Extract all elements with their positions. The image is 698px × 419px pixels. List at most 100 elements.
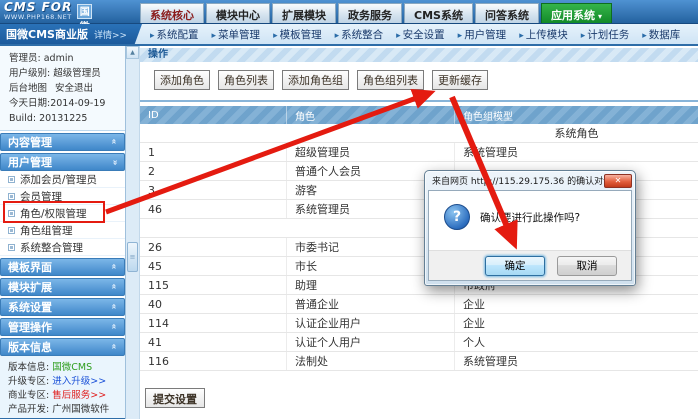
logo-url-text: WWW.PHP168.NET	[4, 13, 72, 21]
tab-application-system[interactable]: 应用系统▾	[541, 3, 612, 23]
brand-logo: CMS FOR WWW.PHP168.NET 国微	[4, 1, 92, 21]
add-role-group-button[interactable]: 添加角色组	[282, 70, 349, 90]
submit-row: 提交设置	[140, 388, 698, 408]
close-icon[interactable]: ✕	[604, 174, 632, 188]
subnav-database[interactable]: ▸数据库	[642, 27, 680, 42]
group-label: 系统角色	[455, 124, 698, 142]
sidebar-section-module-extension[interactable]: 模块扩展»	[0, 278, 125, 296]
triangle-right-icon: ▸	[519, 31, 524, 41]
build-line: Build: 20131225	[9, 111, 121, 126]
subnav-system-config[interactable]: ▸系统配置	[150, 27, 199, 42]
logo-main-text: CMS FOR	[4, 1, 72, 13]
submit-settings-button[interactable]: 提交设置	[145, 388, 205, 408]
after-sales-link[interactable]: 售后服务>>	[52, 390, 106, 401]
logo-cn-tiles: 国微	[77, 4, 92, 19]
links-line: 后台地图安全退出	[9, 81, 121, 96]
question-icon: ?	[444, 204, 470, 230]
subnav-scheduled-tasks[interactable]: ▸计划任务	[581, 27, 630, 42]
operation-buttons: 添加角色 角色列表 添加角色组 角色组列表 更新缓存	[140, 62, 698, 96]
edition-name: 国微CMS商业版	[6, 26, 88, 42]
dialog-title: 来自网页 http://115.29.175.36 的确认对话框	[432, 174, 604, 187]
tab-module-center[interactable]: 模块中心	[206, 3, 270, 23]
triangle-right-icon: ▸	[273, 31, 278, 41]
ok-button[interactable]: 确定	[485, 256, 545, 276]
tab-cms-system[interactable]: CMS系统	[404, 3, 473, 23]
dialog-body: ? 确认要进行此操作吗?	[429, 191, 631, 230]
tab-government-services[interactable]: 政务服务	[338, 3, 402, 23]
sidebar-item-role-permission-manage[interactable]: 角色/权限管理	[0, 205, 125, 222]
sidebar-item-role-group-manage[interactable]: 角色组管理	[0, 222, 125, 239]
upgrade-line: 升级专区: 进入升级>>	[8, 375, 125, 389]
subnav-system-integration[interactable]: ▸系统整合	[335, 27, 384, 42]
sidebar-item-member-manage[interactable]: 会员管理	[0, 188, 125, 205]
chevron-down-icon: ▾	[598, 12, 602, 21]
developer-value: 广州国微软件	[52, 404, 109, 415]
confirm-dialog: 来自网页 http://115.29.175.36 的确认对话框 ✕ ? 确认要…	[424, 170, 636, 286]
triangle-right-icon: ▸	[581, 31, 586, 41]
sidebar-section-content-manage[interactable]: 内容管理»	[0, 133, 125, 151]
upgrade-link[interactable]: 进入升级>>	[52, 376, 106, 387]
role-group-list-button[interactable]: 角色组列表	[357, 70, 424, 90]
sidebar-section-template-ui[interactable]: 模板界面»	[0, 258, 125, 276]
update-cache-button[interactable]: 更新缓存	[432, 70, 488, 90]
scrollbar-thumb[interactable]: ≡	[127, 242, 138, 272]
sub-nav: ▸系统配置 ▸菜单管理 ▸模板管理 ▸系统整合 ▸安全设置 ▸用户管理 ▸上传模…	[150, 24, 680, 44]
subnav-security-settings[interactable]: ▸安全设置	[396, 27, 445, 42]
subnav-upload-module[interactable]: ▸上传模块	[519, 27, 568, 42]
square-bullet-icon	[8, 244, 15, 251]
triangle-right-icon: ▸	[458, 31, 463, 41]
table-row: 114 认证企业用户 企业	[140, 314, 698, 333]
sidebar-section-system-settings[interactable]: 系统设置»	[0, 298, 125, 316]
admin-page: CMS FOR WWW.PHP168.NET 国微 系统核心 模块中心 扩展模块…	[0, 0, 698, 419]
tab-qa-system[interactable]: 问答系统	[475, 3, 539, 23]
sidebar-section-manage-operations[interactable]: 管理操作»	[0, 318, 125, 336]
sidebar-item-add-member[interactable]: 添加会员/管理员	[0, 171, 125, 188]
role-list-button[interactable]: 角色列表	[218, 70, 274, 90]
sidebar-user-panel: 管理员: admin 用户级别: 超级管理员 后台地图安全退出 今天日期:201…	[0, 46, 125, 131]
sidebar-item-system-integration-manage[interactable]: 系统整合管理	[0, 239, 125, 256]
chevron-down-icon: »	[110, 160, 120, 165]
sidebar-section-version-info[interactable]: 版本信息»	[0, 338, 125, 356]
sidebar: 管理员: admin 用户级别: 超级管理员 后台地图安全退出 今天日期:201…	[0, 46, 126, 419]
cancel-button[interactable]: 取消	[557, 256, 617, 276]
user-level: 超级管理员	[53, 68, 101, 79]
table-header-row: ID 角色 角色组模型	[140, 106, 698, 124]
logo-cn-text: 国微	[77, 4, 92, 19]
chevron-up-icon: »	[110, 140, 120, 145]
admin-line: 管理员: admin	[9, 51, 121, 66]
logout-link[interactable]: 安全退出	[55, 83, 93, 94]
col-header-id: ID	[140, 106, 287, 124]
table-row: 1 超级管理员 系统管理员	[140, 143, 698, 162]
tab-system-core[interactable]: 系统核心	[140, 3, 204, 23]
logo-text-block: CMS FOR WWW.PHP168.NET	[4, 1, 72, 21]
subnav-user-manage[interactable]: ▸用户管理	[458, 27, 507, 42]
sidebar-scrollbar[interactable]: ▲ ≡	[126, 46, 140, 419]
scroll-up-arrow-icon[interactable]: ▲	[126, 46, 139, 59]
chevron-up-icon: »	[110, 345, 120, 350]
square-bullet-icon	[8, 227, 15, 234]
subnav-menu-manage[interactable]: ▸菜单管理	[212, 27, 261, 42]
chevron-up-icon: »	[110, 325, 120, 330]
backend-map-link[interactable]: 后台地图	[9, 83, 47, 94]
add-role-button[interactable]: 添加角色	[154, 70, 210, 90]
square-bullet-icon	[8, 176, 15, 183]
col-header-role-group-model: 角色组模型	[455, 106, 698, 124]
dialog-message: 确认要进行此操作吗?	[480, 210, 580, 225]
panel-separator	[140, 100, 698, 102]
square-bullet-icon	[8, 210, 15, 217]
developer-line: 产品开发: 广州国微软件	[8, 403, 125, 417]
edition-badge: 国微CMS商业版 详情>>	[0, 24, 130, 44]
dialog-titlebar: 来自网页 http://115.29.175.36 的确认对话框 ✕	[425, 171, 635, 190]
table-row: 41 认证个人用户 个人	[140, 333, 698, 352]
user-manage-menu: 添加会员/管理员 会员管理 角色/权限管理 角色组管理 系统整合管理	[0, 171, 125, 256]
table-row: 40 普通企业 企业	[140, 295, 698, 314]
version-info-panel: 版本信息: 国微CMS 升级专区: 进入升级>> 商业专区: 售后服务>> 产品…	[0, 356, 125, 419]
edition-detail-link[interactable]: 详情>>	[94, 28, 127, 41]
triangle-right-icon: ▸	[396, 31, 401, 41]
version-line: 版本信息: 国微CMS	[8, 361, 125, 375]
square-bullet-icon	[8, 193, 15, 200]
subnav-template-manage[interactable]: ▸模板管理	[273, 27, 322, 42]
table-row: 116 法制处 系统管理员	[140, 352, 698, 371]
sidebar-section-user-manage[interactable]: 用户管理»	[0, 153, 125, 171]
tab-extension-modules[interactable]: 扩展模块	[272, 3, 336, 23]
